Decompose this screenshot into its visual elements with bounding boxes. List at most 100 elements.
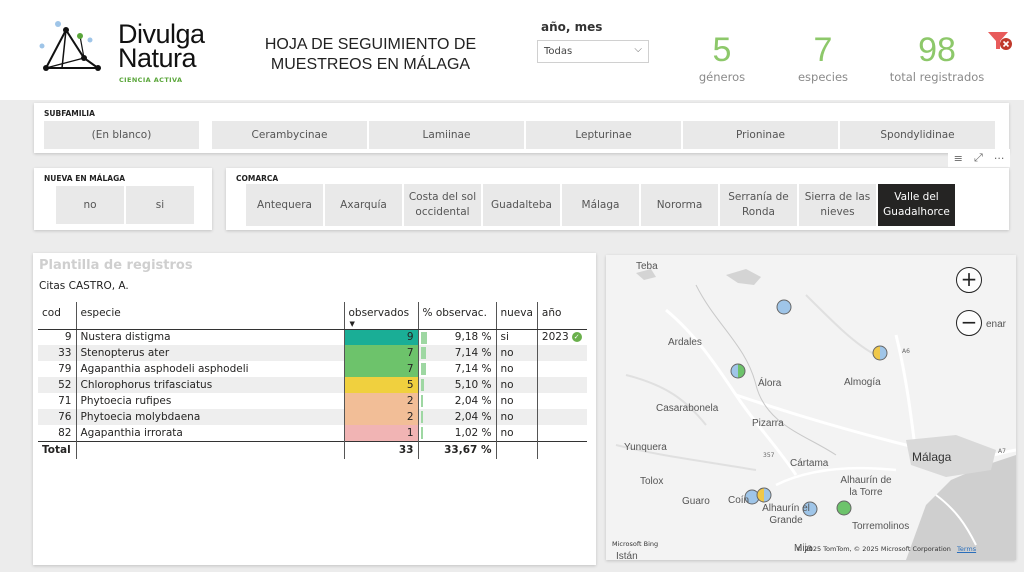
map-zoom-out-button[interactable]: − <box>956 310 982 336</box>
map-bubble[interactable] <box>756 487 772 503</box>
pct-data-bar <box>420 363 426 375</box>
subfamilia-option[interactable]: Lamiinae <box>369 121 524 149</box>
map-place-label: Málaga <box>912 450 952 464</box>
cell-especie: Chlorophorus trifasciatus <box>76 377 345 393</box>
filter-icon[interactable]: ≡ <box>954 152 963 165</box>
cell-nueva: no <box>496 377 538 393</box>
map-visual[interactable]: A6 357 A7 Teba Ardales Álora Almogía Casar… <box>606 255 1016 560</box>
table-title: Plantilla de registros <box>39 258 193 273</box>
table-row[interactable]: 33 Stenopterus ater 7 7,14 % no <box>38 345 588 361</box>
kpi-especies: 7 especies <box>790 32 856 84</box>
map-terms-link[interactable]: Terms <box>957 545 976 553</box>
table-header-row: cod especie observados ▼ % observac. nue… <box>38 302 588 330</box>
map-bubble[interactable] <box>836 500 852 516</box>
cell-cod: 52 <box>38 377 77 393</box>
subfamilia-option[interactable]: Lepturinae <box>526 121 681 149</box>
cell-observados: 9 <box>344 329 419 345</box>
bing-logo: Microsoft Bing <box>612 540 659 548</box>
cell-cod: 9 <box>38 329 77 345</box>
nueva-title: NUEVA EN MÁLAGA <box>44 174 126 183</box>
table-body: 9 Nustera distigma 9 9,18 % si 2023 ✓ 33 Stenopt… <box>38 329 588 441</box>
table-row[interactable]: 71 Phytoecia rufipes 2 2,04 % no <box>38 393 587 409</box>
subfamilia-option[interactable]: Prioninae <box>683 121 838 149</box>
cell-especie: Agapanthia irrorata <box>76 425 345 441</box>
cell-pct-text: 2,04 % <box>454 411 492 423</box>
cell-nueva: no <box>496 361 538 377</box>
cell-anio <box>537 393 587 409</box>
cell-pct-text: 9,18 % <box>454 331 492 344</box>
col-header-observados[interactable]: observados ▼ <box>344 302 419 330</box>
kpi-label: total registrados <box>889 70 985 84</box>
kpi-value: 5 <box>712 31 732 69</box>
map-place-label: Torremolinos <box>852 521 910 532</box>
map-place-label: Yunquera <box>624 442 667 453</box>
map-place-label: Casarabonela <box>656 403 719 414</box>
map-bubble[interactable] <box>730 363 746 379</box>
cell-observados: 7 <box>344 345 419 361</box>
comarca-option[interactable]: Axarquía <box>325 184 402 226</box>
cell-anio <box>537 345 588 361</box>
map-place-label: Cártama <box>790 458 829 469</box>
map-attribution: © 2025 TomTom, © 2025 Microsoft Corporat… <box>796 545 976 553</box>
map-place-label: Istán <box>616 551 638 560</box>
map-zoom-in-button[interactable]: + <box>956 267 982 293</box>
map-bubble[interactable] <box>872 345 888 361</box>
cell-observados: 1 <box>344 425 419 441</box>
comarca-option[interactable]: Guadalteba <box>483 184 560 226</box>
subfamilia-option[interactable]: (En blanco) <box>44 121 199 149</box>
subfamilia-slicer: SUBFAMILIA (En blanco) Cerambycinae Lami… <box>34 103 1009 153</box>
cell-especie: Phytoecia molybdaena <box>76 409 345 425</box>
subfamilia-option[interactable]: Cerambycinae <box>212 121 367 149</box>
col-header-anio[interactable]: año <box>537 302 588 330</box>
cell-nueva: no <box>496 425 538 441</box>
col-header-nueva[interactable]: nueva <box>496 302 538 330</box>
table-row[interactable]: 9 Nustera distigma 9 9,18 % si 2023 ✓ <box>38 329 587 345</box>
comarca-option[interactable]: Sierra de las nieves <box>799 184 876 226</box>
map-place-label: Tolox <box>640 476 664 487</box>
table-row[interactable]: 82 Agapanthia irrorata 1 1,02 % no <box>38 425 587 441</box>
cell-pct: 2,04 % <box>418 393 497 409</box>
col-header-especie[interactable]: especie <box>76 302 345 330</box>
cell-nueva: no <box>496 345 538 361</box>
comarca-option[interactable]: Serranía de Ronda <box>720 184 797 226</box>
more-options-icon[interactable]: ··· <box>994 152 1005 165</box>
focus-mode-icon[interactable]: ⤢ <box>974 151 983 165</box>
sort-descending-icon: ▼ <box>349 320 355 328</box>
cell-cod: 79 <box>38 361 77 377</box>
kpi-value: 98 <box>918 31 956 69</box>
cell-pct: 7,14 % <box>418 361 497 377</box>
nueva-option-no[interactable]: no <box>56 186 124 224</box>
total-label: Total <box>38 440 77 459</box>
cell-pct-text: 7,14 % <box>454 347 492 359</box>
cell-observados: 2 <box>344 409 419 425</box>
map-place-label: Teba <box>636 261 658 272</box>
clear-filters-icon[interactable] <box>986 30 1014 52</box>
cell-observados: 7 <box>344 361 419 377</box>
cell-observados: 5 <box>344 377 419 393</box>
map-place-label: Guaro <box>682 496 710 507</box>
table-total-row: Total 33 33,67 % <box>38 440 588 459</box>
col-header-pct[interactable]: % observac. <box>418 302 497 330</box>
map-place-label: Alhaurín el Grande <box>762 503 810 526</box>
comarca-option[interactable]: Málaga <box>562 184 639 226</box>
comarca-option[interactable]: Nororma <box>641 184 718 226</box>
pct-data-bar <box>420 379 424 391</box>
kpi-label: géneros <box>698 70 746 84</box>
table-row[interactable]: 76 Phytoecia molybdaena 2 2,04 % no <box>38 409 588 425</box>
comarca-option[interactable]: Costa del sol occidental <box>404 184 481 226</box>
col-header-cod[interactable]: cod <box>38 302 77 330</box>
date-filter-dropdown[interactable]: Todas ⌵ <box>537 40 649 63</box>
nueva-option-si[interactable]: si <box>126 186 194 224</box>
road-shield-label: A7 <box>998 448 1006 455</box>
map-place-label: Alhaurín de la Torre <box>840 475 892 498</box>
comarca-option[interactable]: Valle del Guadalhorce <box>878 184 955 226</box>
cell-anio <box>537 425 587 441</box>
total-observados: 33 <box>344 440 419 459</box>
map-bubble[interactable] <box>776 299 792 315</box>
table-row[interactable]: 79 Agapanthia asphodeli asphodeli 7 7,14 % n… <box>38 361 587 377</box>
comarca-option[interactable]: Antequera <box>246 184 323 226</box>
map-place-label: Coín <box>728 495 750 506</box>
table-row[interactable]: 52 Chlorophorus trifasciatus 5 5,10 % no <box>38 377 588 393</box>
subfamilia-option[interactable]: Spondylidinae <box>840 121 995 149</box>
cell-pct: 1,02 % <box>418 425 497 441</box>
